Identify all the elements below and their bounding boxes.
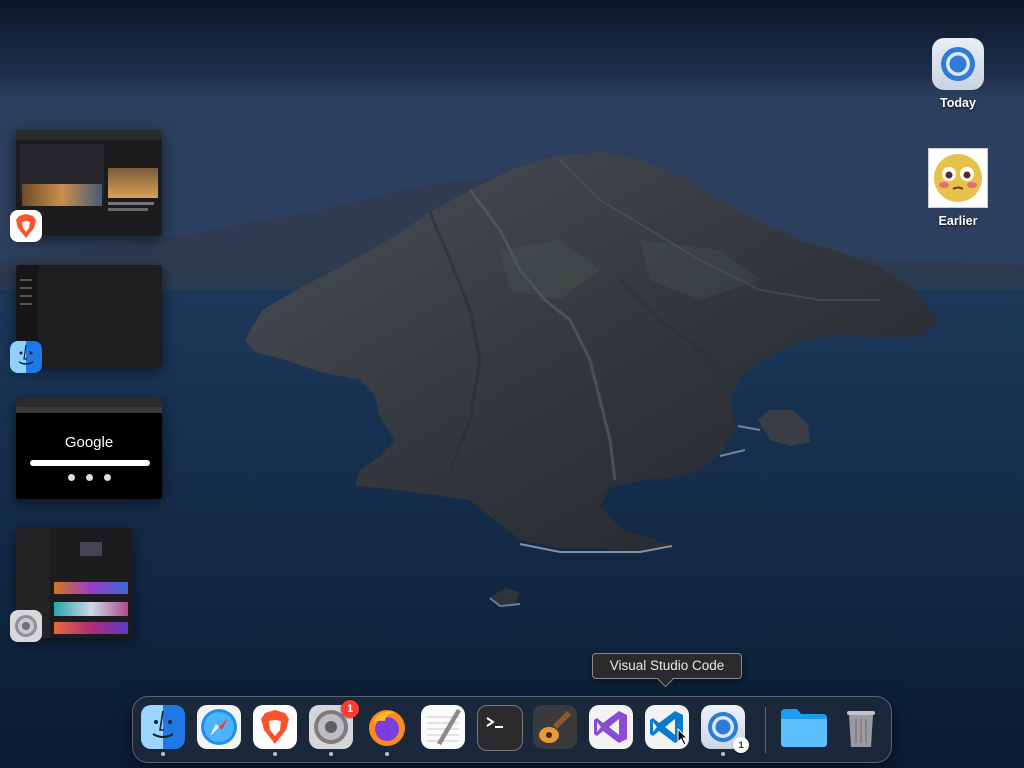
- dock-app-safari[interactable]: [197, 705, 241, 749]
- dock-downloads-folder[interactable]: [779, 705, 827, 749]
- desktop-wallpaper: [0, 0, 1024, 768]
- dock-app-chrome[interactable]: 1: [701, 705, 749, 756]
- stage-window-settings[interactable]: [0, 528, 140, 646]
- brave-icon: [10, 210, 42, 242]
- desktop-item-label: Earlier: [938, 214, 978, 228]
- desktop-item-earlier[interactable]: Earlier: [918, 148, 998, 228]
- notification-badge: 1: [341, 700, 359, 718]
- settings-gear-icon: [10, 610, 42, 642]
- stage-window-finder[interactable]: [0, 265, 170, 375]
- dock-app-finder[interactable]: [141, 705, 185, 756]
- stage-window-brave[interactable]: [0, 130, 170, 245]
- emoji-face-icon: [928, 148, 988, 208]
- chrome-icon: [932, 38, 984, 90]
- dock-app-system-settings[interactable]: 1: [309, 700, 359, 756]
- window-thumbnail: Google: [16, 398, 162, 499]
- dock-app-terminal[interactable]: [477, 705, 523, 751]
- dock-app-textedit[interactable]: [421, 705, 465, 749]
- running-indicator: [329, 752, 333, 756]
- window-count-badge: 1: [733, 737, 749, 753]
- dock: 1 1: [132, 696, 892, 763]
- dock-separator: [765, 707, 766, 753]
- running-indicator: [385, 752, 389, 756]
- dock-tooltip: Visual Studio Code: [592, 653, 742, 679]
- dock-app-firefox[interactable]: [365, 705, 409, 756]
- mouse-cursor: [677, 727, 689, 751]
- running-indicator: [273, 752, 277, 756]
- dock-app-brave[interactable]: [253, 705, 297, 756]
- dock-trash[interactable]: [839, 705, 883, 749]
- google-logo-text: Google: [64, 434, 114, 451]
- dock-app-garageband[interactable]: [533, 705, 577, 749]
- dock-app-visual-studio[interactable]: [589, 705, 633, 749]
- desktop-item-label: Today: [940, 96, 976, 110]
- desktop-item-today[interactable]: Today: [918, 38, 998, 110]
- running-indicator: [161, 752, 165, 756]
- stage-window-chrome[interactable]: Google: [0, 398, 170, 503]
- running-indicator: [721, 752, 725, 756]
- finder-icon: [10, 341, 42, 373]
